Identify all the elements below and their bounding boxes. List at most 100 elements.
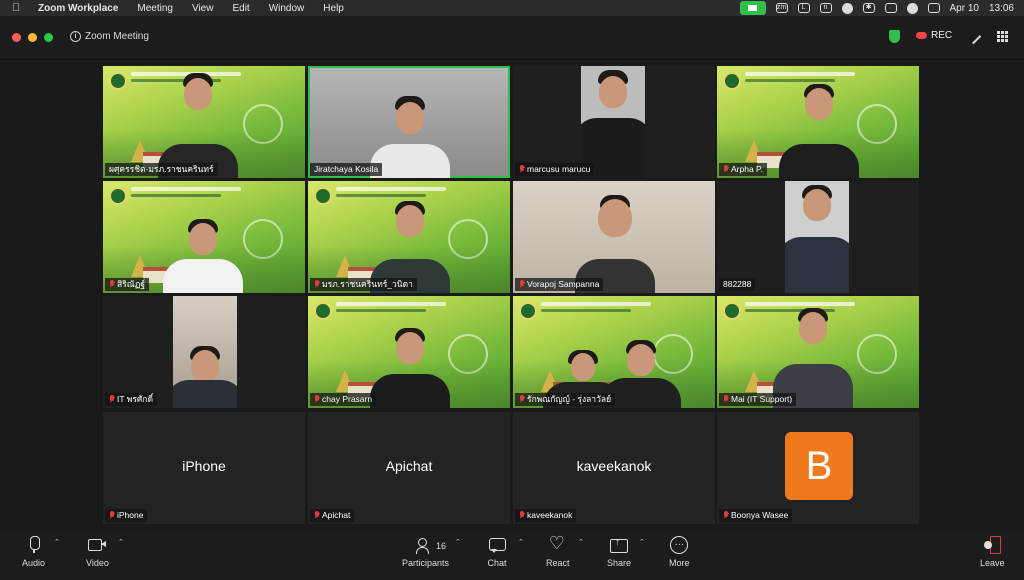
menu-app-name[interactable]: Zoom Workplace [38, 3, 118, 14]
chat-label: Chat [487, 558, 507, 568]
share-options-chevron-icon[interactable]: ⌃ [639, 538, 645, 546]
participant-tile-active-speaker[interactable]: Jiratchaya Kosila [308, 66, 510, 178]
menu-view[interactable]: View [192, 3, 214, 14]
chat-bubble-icon [487, 536, 507, 554]
participant-video [785, 181, 849, 293]
minimize-window-button[interactable] [28, 33, 37, 42]
mic-muted-icon [519, 511, 525, 520]
participant-name-tag: Apichat [310, 509, 355, 522]
react-button[interactable]: React [546, 533, 570, 568]
apple-icon[interactable]:  [12, 2, 26, 14]
bluetooth-icon[interactable]: ✱ [862, 3, 875, 13]
university-logo [109, 72, 127, 90]
mic-muted-icon [723, 511, 729, 520]
react-options-chevron-icon[interactable]: ⌃ [578, 538, 584, 546]
participant-display-name: Apichat [385, 458, 433, 474]
participant-tile[interactable]: มรภ.ราชนครินทร์_วนิดา [308, 181, 510, 293]
menu-meeting[interactable]: Meeting [137, 3, 173, 14]
more-label: More [669, 558, 690, 568]
heart-icon [548, 533, 568, 554]
participant-name-tag: รักพณกัญญ์ - รุ่งลาวัลย์ [515, 393, 616, 406]
camera-in-use-icon[interactable] [739, 1, 766, 15]
mic-muted-icon [314, 511, 320, 520]
battery-icon[interactable] [884, 3, 897, 13]
participant-tile-video-off[interactable]: B Boonya Wasee [717, 412, 919, 524]
mic-muted-icon [109, 280, 115, 289]
wifi-icon[interactable] [906, 2, 918, 14]
close-window-button[interactable] [12, 33, 21, 42]
more-button[interactable]: More [669, 536, 690, 568]
microphone-icon [24, 536, 44, 554]
mic-muted-icon [314, 395, 320, 404]
mic-muted-icon [723, 395, 729, 404]
participant-tile[interactable]: 882288 [717, 181, 919, 293]
line-app-icon[interactable]: L [797, 3, 810, 13]
fullscreen-window-button[interactable] [44, 33, 53, 42]
participant-name-tag: Boonya Wasee [719, 509, 793, 522]
leave-label: Leave [980, 558, 1005, 568]
participant-tile[interactable]: Mai (IT Support) [717, 296, 919, 408]
avatar: B [785, 432, 853, 500]
chat-options-chevron-icon[interactable]: ⌃ [518, 538, 524, 546]
security-shield-icon[interactable] [889, 30, 900, 43]
leave-door-icon [982, 536, 1002, 554]
leave-button[interactable]: Leave [980, 536, 1005, 568]
university-logo [519, 302, 537, 320]
participant-name-tag: chay Prasarn [310, 393, 377, 406]
participant-tile-video-off[interactable]: Apichat Apichat [308, 412, 510, 524]
react-label: React [546, 558, 570, 568]
menu-time[interactable]: 13:06 [989, 3, 1014, 14]
audio-options-chevron-icon[interactable]: ⌃ [54, 538, 60, 546]
university-logo [314, 302, 332, 320]
participant-name-tag: iPhone [105, 509, 148, 522]
participant-video [173, 296, 237, 408]
participant-video [163, 181, 243, 293]
menu-help[interactable]: Help [323, 3, 344, 14]
video-button[interactable]: Video [86, 536, 109, 568]
participants-count: 16 [436, 541, 447, 551]
participant-name-tag: สิริณัฏฐ์ [105, 278, 150, 291]
meeting-title-text: Zoom Meeting [85, 31, 149, 42]
university-logo [723, 302, 741, 320]
participant-video [158, 66, 238, 178]
share-label: Share [607, 558, 632, 568]
participant-tile-video-off[interactable]: kaveekanok kaveekanok [513, 412, 715, 524]
audio-label: Audio [22, 558, 46, 568]
participant-tile[interactable]: สิริณัฏฐ์ [103, 181, 305, 293]
annotate-pencil-icon[interactable] [965, 28, 982, 45]
meeting-title[interactable]: i Zoom Meeting [70, 31, 149, 42]
participant-video [601, 296, 681, 408]
share-button[interactable]: Share [607, 536, 631, 568]
participant-tile[interactable]: marcusu marucu [513, 66, 715, 178]
airdrop-icon[interactable] [841, 2, 853, 14]
participants-options-chevron-icon[interactable]: ⌃ [455, 538, 461, 546]
menu-date[interactable]: Apr 10 [950, 3, 979, 14]
participant-tile[interactable]: IT พรศักดิ์ [103, 296, 305, 408]
video-options-chevron-icon[interactable]: ⌃ [118, 538, 124, 546]
zoom-status-icon[interactable]: zm [775, 3, 788, 13]
info-icon[interactable]: i [70, 31, 81, 42]
audio-button[interactable]: Audio [22, 536, 45, 568]
participant-video [779, 66, 859, 178]
mic-muted-icon [109, 511, 115, 520]
control-center-icon[interactable] [927, 3, 940, 13]
menu-edit[interactable]: Edit [232, 3, 249, 14]
share-screen-icon [609, 536, 629, 554]
participant-tile[interactable]: รักพณกัญญ์ - รุ่งลาวัลย์ [513, 296, 715, 408]
participant-name-tag: ผศุครรชิต-มรภ.ราชนครินทร์ [105, 163, 218, 176]
participant-name-tag: Mai (IT Support) [719, 393, 797, 406]
participant-name-tag: IT พรศักดิ์ [105, 393, 157, 406]
mic-muted-icon [314, 280, 320, 289]
participant-name-tag: marcusu marucu [515, 163, 595, 176]
participant-tile[interactable]: Arpha P. [717, 66, 919, 178]
participant-tile-video-off[interactable]: iPhone iPhone [103, 412, 305, 524]
chat-button[interactable]: Chat [487, 536, 507, 568]
gallery-view-icon[interactable] [997, 31, 1008, 42]
input-source-icon[interactable]: n [819, 3, 832, 13]
participant-tile[interactable]: Vorapoj Sampanna [513, 181, 715, 293]
participant-tile[interactable]: ผศุครรชิต-มรภ.ราชนครินทร์ [103, 66, 305, 178]
menu-window[interactable]: Window [269, 3, 305, 14]
window-controls [12, 33, 53, 42]
participant-tile[interactable]: chay Prasarn [308, 296, 510, 408]
recording-indicator[interactable]: REC [916, 30, 952, 41]
